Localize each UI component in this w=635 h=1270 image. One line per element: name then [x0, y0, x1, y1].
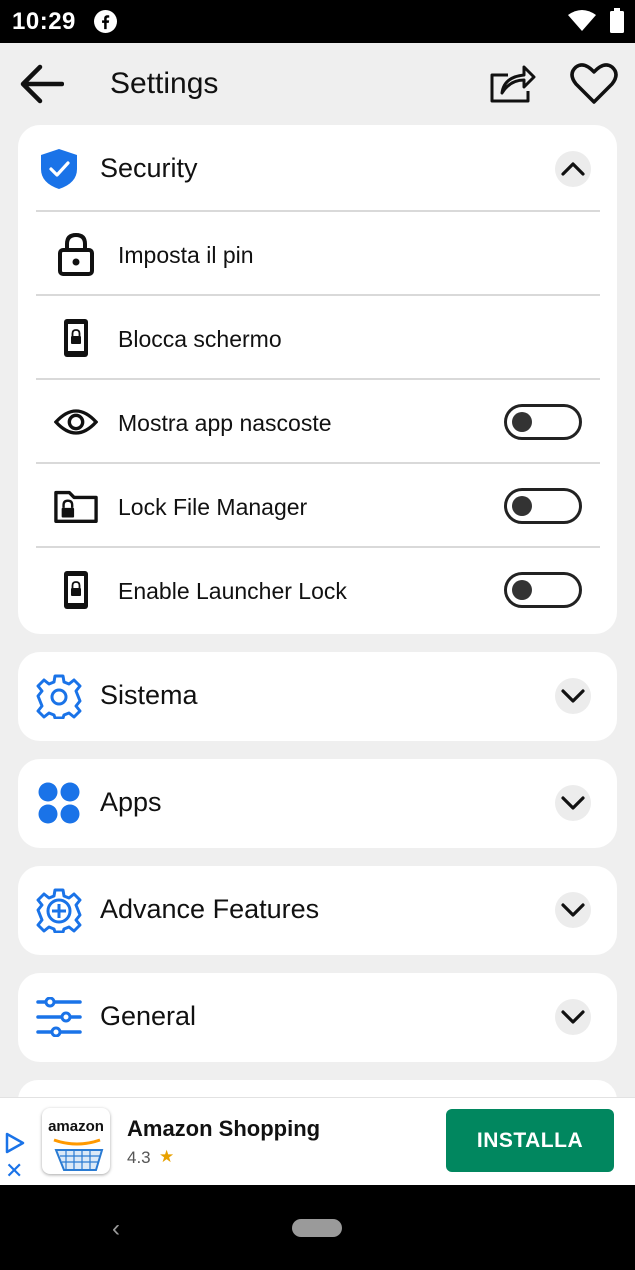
eye-icon — [54, 400, 98, 444]
apps-section[interactable]: Apps — [18, 759, 617, 848]
sistema-title: Sistema — [100, 680, 198, 710]
setting-lock-file-manager[interactable]: Lock File Manager — [36, 462, 600, 546]
chevron-down-icon — [561, 796, 585, 810]
phone-lock-icon — [54, 316, 98, 360]
expand-button[interactable] — [555, 785, 591, 821]
favorite-button[interactable] — [568, 61, 620, 107]
advance-features-section[interactable]: Advance Features — [18, 866, 617, 955]
gear-plus-icon — [36, 887, 82, 933]
share-icon — [490, 65, 536, 103]
star-icon: ★ — [159, 1147, 175, 1166]
show-hidden-apps-toggle[interactable] — [504, 404, 582, 440]
general-title: General — [100, 1001, 197, 1031]
launcher-lock-toggle[interactable] — [504, 572, 582, 608]
security-title: Security — [100, 153, 198, 183]
sistema-section[interactable]: Sistema — [18, 652, 617, 741]
setting-label: Blocca schermo — [118, 326, 282, 352]
security-section: Security Imposta il pin Blocca schermo M… — [18, 125, 617, 634]
share-button[interactable] — [486, 61, 538, 107]
setting-enable-launcher-lock[interactable]: Enable Launcher Lock — [36, 546, 600, 630]
toggle-knob — [512, 412, 532, 432]
expand-button[interactable] — [555, 892, 591, 928]
battery-icon — [609, 8, 625, 39]
advance-features-title: Advance Features — [100, 894, 320, 924]
facebook-icon — [94, 10, 117, 33]
apps-title: Apps — [100, 787, 162, 817]
chevron-down-icon — [561, 689, 585, 703]
apps-header[interactable]: Apps — [18, 759, 617, 847]
phone-lock-icon — [54, 568, 98, 612]
advance-features-header[interactable]: Advance Features — [18, 866, 617, 954]
amazon-logo: amazon — [42, 1108, 110, 1174]
lock-file-manager-toggle[interactable] — [504, 488, 582, 524]
expand-button[interactable] — [555, 999, 591, 1035]
general-section[interactable]: General — [18, 973, 617, 1062]
sliders-icon — [36, 994, 82, 1040]
toggle-knob — [512, 496, 532, 516]
install-button[interactable]: INSTALLA — [446, 1109, 614, 1172]
ad-choices-icon[interactable] — [4, 1132, 26, 1159]
collapse-button[interactable] — [555, 151, 591, 187]
ad-close-icon[interactable]: ✕ — [5, 1158, 23, 1184]
chevron-down-icon — [561, 903, 585, 917]
back-button[interactable] — [16, 59, 66, 109]
folder-lock-icon — [54, 484, 98, 528]
setting-label: Mostra app nascoste — [118, 410, 332, 436]
status-bar: 10:29 — [0, 0, 635, 43]
setting-label: Enable Launcher Lock — [118, 578, 347, 604]
security-header[interactable]: Security — [18, 125, 617, 213]
toggle-knob — [512, 580, 532, 600]
ad-rating: 4.3 — [127, 1148, 151, 1167]
chevron-down-icon — [561, 1010, 585, 1024]
app-header: Settings — [0, 43, 635, 125]
page-title: Settings — [110, 67, 219, 100]
wifi-icon — [567, 9, 597, 38]
system-nav-bar: ‹ — [0, 1185, 635, 1270]
arrow-left-icon — [20, 64, 64, 104]
chevron-up-icon — [561, 162, 585, 176]
logo-text: amazon — [48, 1118, 104, 1135]
setting-set-pin[interactable]: Imposta il pin — [36, 210, 600, 294]
general-header[interactable]: General — [18, 973, 617, 1061]
expand-button[interactable] — [555, 678, 591, 714]
setting-label: Imposta il pin — [118, 242, 254, 268]
apps-dots-icon — [36, 780, 82, 826]
sistema-header[interactable]: Sistema — [18, 652, 617, 740]
gear-icon — [36, 673, 82, 719]
status-time: 10:29 — [12, 8, 76, 35]
ad-banner[interactable]: ✕ amazon Amazon Shopping 4.3 ★ INSTALLA — [0, 1097, 635, 1185]
nav-back-button[interactable]: ‹ — [112, 1215, 120, 1243]
setting-lock-screen[interactable]: Blocca schermo — [36, 294, 600, 378]
ad-app-name: Amazon Shopping — [127, 1116, 321, 1141]
setting-label: Lock File Manager — [118, 494, 308, 520]
shield-check-icon — [36, 146, 82, 192]
setting-show-hidden-apps[interactable]: Mostra app nascoste — [36, 378, 600, 462]
padlock-icon — [54, 232, 98, 276]
heart-icon — [570, 63, 618, 104]
nav-home-button[interactable] — [292, 1219, 342, 1237]
